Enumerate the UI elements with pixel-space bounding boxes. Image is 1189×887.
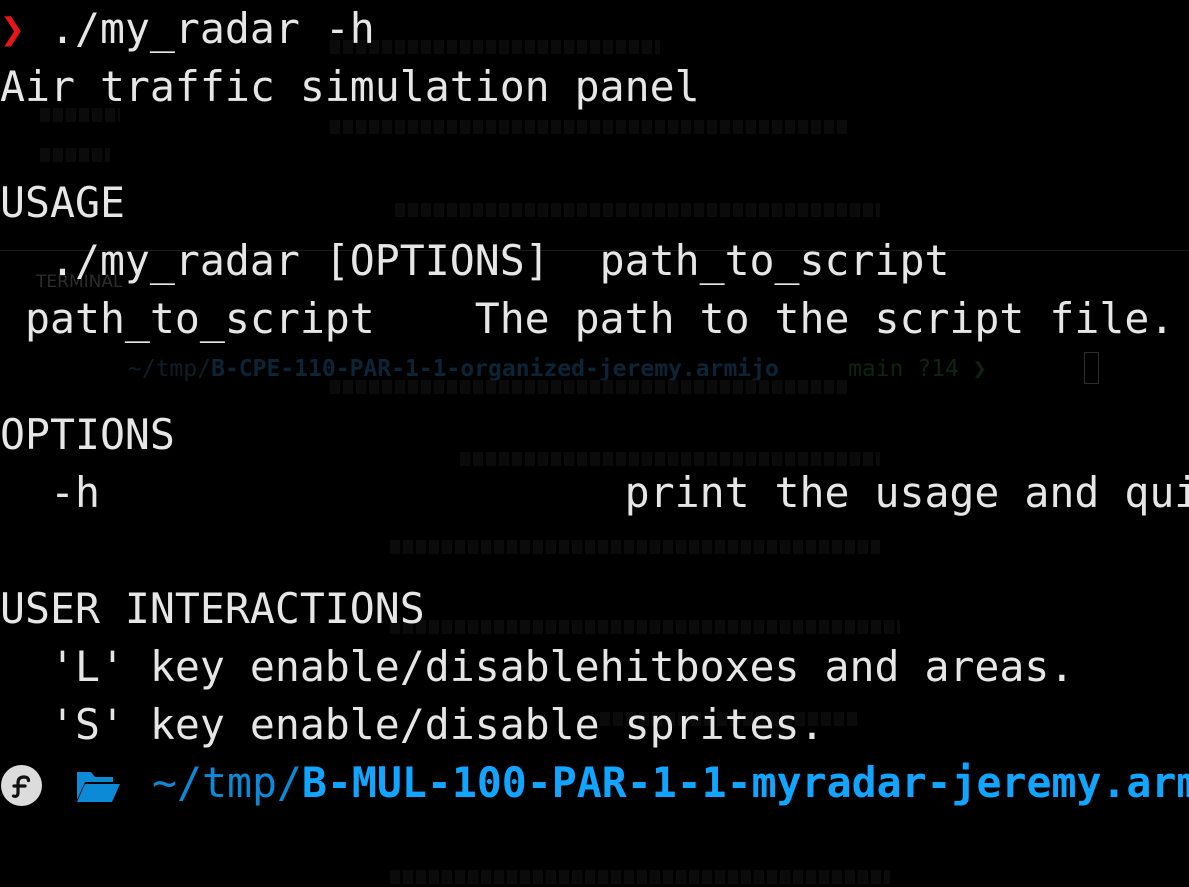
interaction-s-key: 'S' key enable/disable sprites. — [0, 700, 825, 749]
options-header: OPTIONS — [0, 410, 175, 459]
prompt-path-prefix: ~/tmp/ — [152, 758, 302, 807]
background-cursor — [1084, 352, 1099, 384]
background-prompt: ~/tmp/B-CPE-110-PAR-1-1-organized-jeremy… — [128, 356, 987, 382]
help-description: Air traffic simulation panel — [0, 62, 700, 111]
usage-line: ./my_radar [OPTIONS] path_to_script — [0, 236, 950, 285]
option-h: -h print the usage and quit. — [0, 468, 1189, 517]
background-git-branch: main ?14 — [848, 356, 959, 382]
terminal-window[interactable]: TERMINAL ~/tmp/B-CPE-110-PAR-1-1-organiz… — [0, 0, 1189, 887]
command-text: ./my_radar -h — [25, 4, 375, 53]
folder-open-icon — [77, 772, 120, 802]
prompt-path: ~/tmp/B-MUL-100-PAR-1-1-myradar-jeremy.a… — [152, 754, 1189, 812]
background-text — [330, 40, 660, 54]
background-prompt-symbol: ❯ — [972, 356, 987, 382]
usage-argument: path_to_script The path to the script fi… — [0, 294, 1175, 343]
interactions-header: USER INTERACTIONS — [0, 584, 425, 633]
background-text — [390, 540, 880, 554]
background-text — [330, 120, 850, 134]
command-line: ❯ ./my_radar -h — [0, 0, 375, 58]
interaction-l-key: 'L' key enable/disablehitboxes and areas… — [0, 642, 1075, 691]
background-text — [330, 380, 850, 394]
background-path-prefix: ~/tmp/ — [128, 356, 212, 382]
background-text — [40, 148, 110, 162]
background-text — [395, 203, 880, 217]
prompt-path-dir: B-MUL-100-PAR-1-1-myradar-jeremy.armijo — [301, 758, 1189, 807]
background-text — [390, 870, 890, 884]
usage-header: USAGE — [0, 178, 125, 227]
prompt-symbol: ❯ — [0, 4, 25, 53]
background-path-dir: B-CPE-110-PAR-1-1-organized-jeremy.armij… — [211, 356, 779, 382]
background-text — [390, 620, 900, 634]
fedora-icon — [1, 765, 42, 806]
